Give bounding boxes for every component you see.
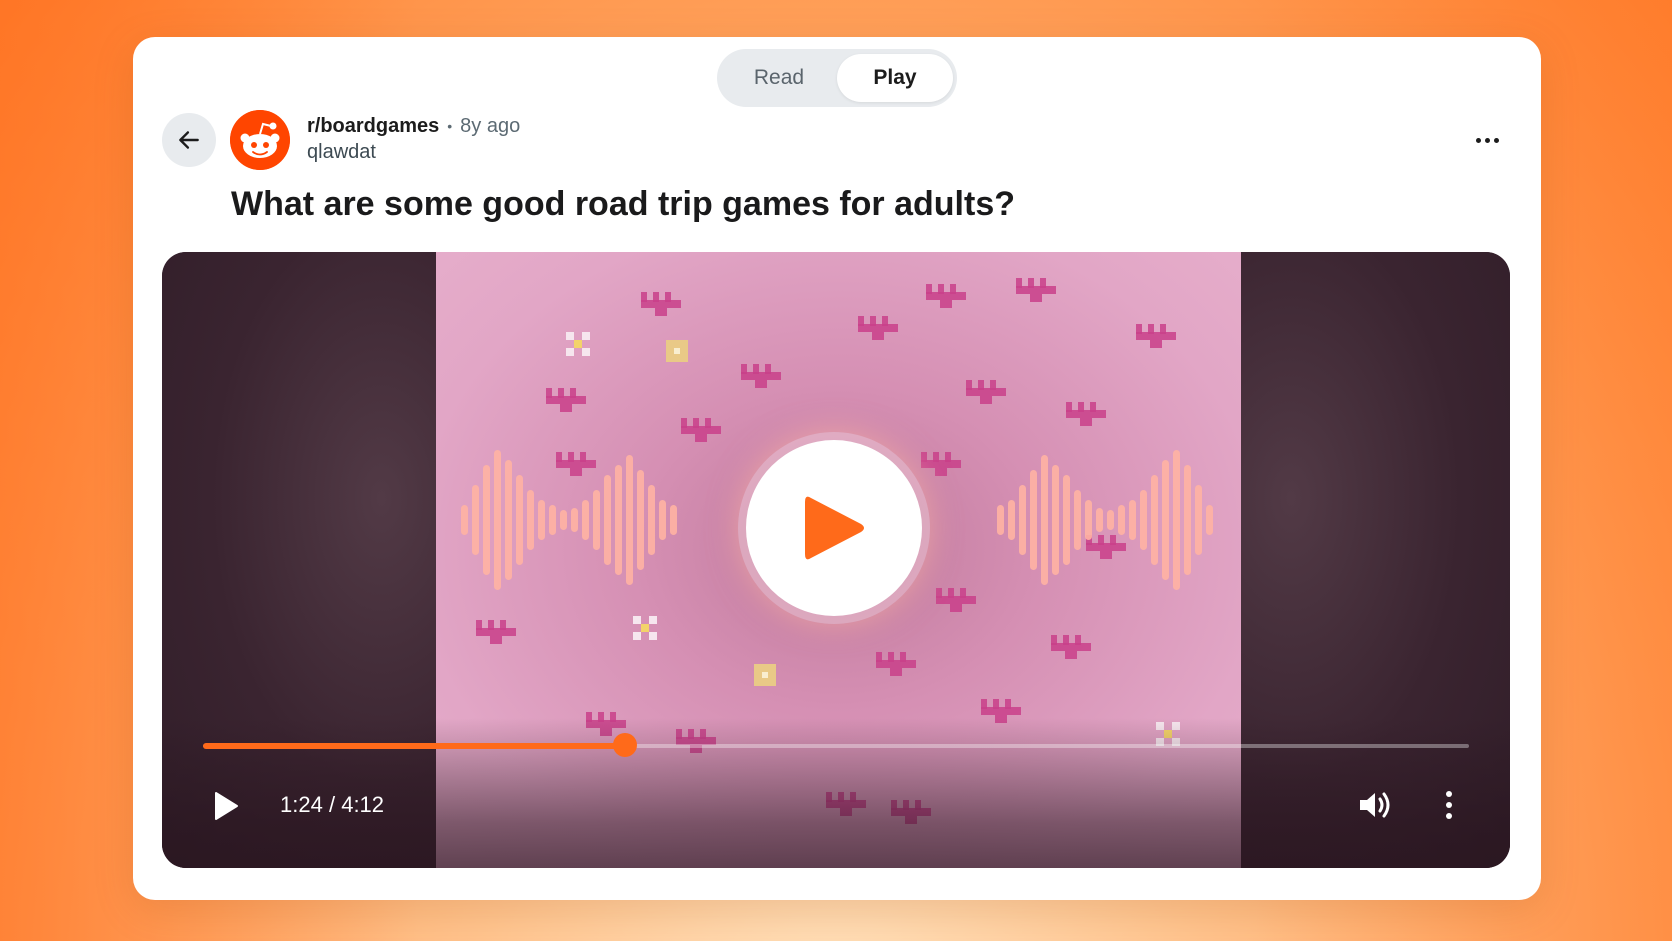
play-icon [215, 792, 238, 820]
big-play-button[interactable] [738, 432, 930, 624]
play-button[interactable] [206, 786, 246, 826]
media-player[interactable]: 1:24 / 4:12 [162, 252, 1510, 868]
back-button[interactable] [162, 113, 216, 167]
post-meta: r/boardgames • 8y ago qlawdat [307, 113, 520, 164]
volume-icon [1360, 792, 1390, 818]
progress-bar[interactable] [203, 733, 1469, 757]
post-card: Read Play r/boardgames • 8y ago qlawdat [133, 37, 1541, 900]
duration: 4:12 [341, 792, 385, 817]
mode-toggle: Read Play [717, 49, 957, 107]
time-display: 1:24 / 4:12 [280, 792, 384, 818]
post-age: 8y ago [460, 114, 521, 137]
volume-button[interactable] [1353, 785, 1397, 825]
more-options-button[interactable] [1467, 125, 1507, 155]
post-title: What are some good road trip games for a… [231, 185, 1015, 223]
arrow-left-icon [179, 131, 199, 149]
play-icon [805, 496, 864, 560]
subreddit-avatar[interactable] [230, 110, 290, 170]
reddit-snoo-icon [230, 110, 290, 170]
player-menu-button[interactable] [1437, 785, 1461, 825]
current-time: 1:24 [280, 792, 323, 817]
tab-read[interactable]: Read [721, 54, 837, 102]
more-horizontal-icon [1475, 137, 1481, 143]
progress-fill [203, 743, 625, 749]
meta-separator: • [447, 118, 453, 134]
progress-handle[interactable] [612, 733, 637, 757]
tab-play[interactable]: Play [837, 54, 953, 102]
author-link[interactable]: qlawdat [307, 141, 520, 164]
subreddit-link[interactable]: r/boardgames [307, 115, 439, 138]
more-vertical-icon [1446, 791, 1452, 797]
time-separator: / [328, 792, 336, 817]
